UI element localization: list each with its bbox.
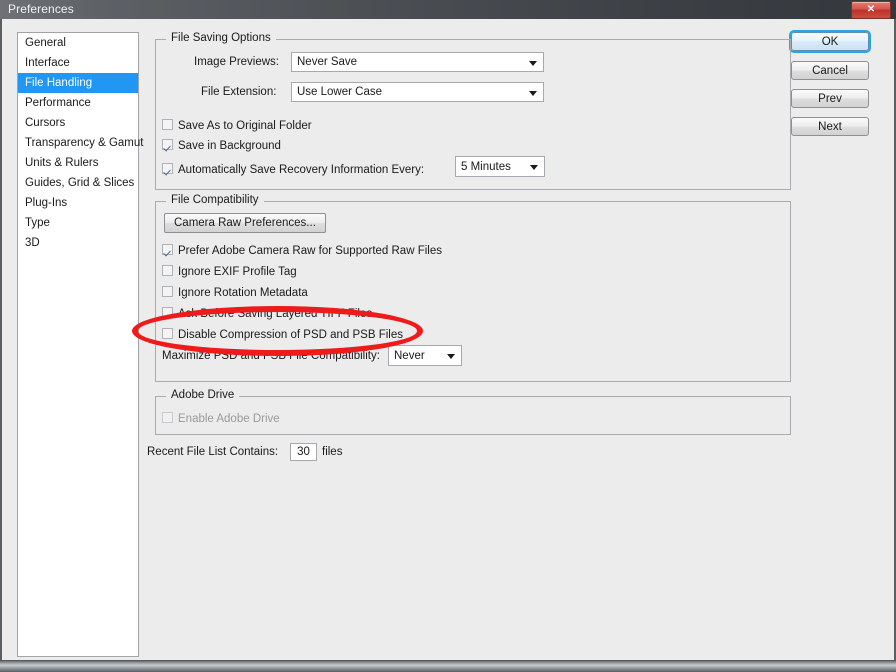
save-in-background-checkbox[interactable] (162, 139, 173, 150)
sidebar-item-plug-ins[interactable]: Plug-Ins (18, 193, 138, 213)
recent-file-list-label: Recent File List Contains: (147, 446, 279, 458)
ask-before-saving-tiff-label: Ask Before Saving Layered TIFF Files (178, 308, 373, 320)
ignore-rotation-row[interactable]: Ignore Rotation Metadata (162, 283, 308, 301)
file-extension-value: Use Lower Case (297, 86, 383, 98)
sidebar-item-units-rulers[interactable]: Units & Rulers (18, 153, 138, 173)
sidebar-item-cursors[interactable]: Cursors (18, 113, 138, 133)
enable-adobe-drive-label: Enable Adobe Drive (178, 413, 280, 425)
disable-compression-label: Disable Compression of PSD and PSB Files (178, 329, 403, 341)
sidebar-item-type[interactable]: Type (18, 213, 138, 233)
adobe-drive-legend: Adobe Drive (166, 389, 240, 401)
chevron-down-icon (530, 165, 538, 170)
ask-before-saving-tiff-row[interactable]: Ask Before Saving Layered TIFF Files (162, 304, 372, 322)
image-previews-value: Never Save (297, 56, 358, 68)
prev-button[interactable]: Prev (791, 89, 869, 108)
ignore-exif-checkbox[interactable] (162, 265, 173, 276)
window-bottom-edge (0, 660, 896, 672)
ignore-rotation-label: Ignore Rotation Metadata (178, 287, 308, 299)
chevron-down-icon (529, 61, 537, 66)
sidebar-item-transparency-gamut[interactable]: Transparency & Gamut (18, 133, 143, 153)
save-as-original-folder-checkbox[interactable] (162, 119, 173, 130)
close-icon[interactable]: ✕ (851, 1, 891, 19)
file-extension-label: File Extension: (201, 86, 277, 98)
next-button[interactable]: Next (791, 117, 869, 136)
image-previews-dropdown[interactable]: Never Save (291, 52, 544, 72)
maximize-compatibility-dropdown[interactable]: Never (388, 345, 462, 366)
window-title: Preferences (8, 2, 74, 16)
sidebar-item-3d[interactable]: 3D (18, 233, 138, 253)
title-bar: Preferences ✕ (0, 0, 896, 20)
maximize-compatibility-value: Never (394, 350, 425, 362)
prefer-camera-raw-label: Prefer Adobe Camera Raw for Supported Ra… (178, 245, 442, 257)
dialog-body: General Interface File Handling Performa… (0, 19, 896, 660)
camera-raw-preferences-button[interactable]: Camera Raw Preferences... (164, 213, 326, 233)
chevron-down-icon (447, 354, 455, 359)
autosave-recovery-label: Automatically Save Recovery Information … (178, 164, 425, 176)
save-in-background-row[interactable]: Save in Background (162, 136, 281, 154)
sidebar-item-general[interactable]: General (18, 33, 138, 53)
preferences-dialog: Preferences ✕ General Interface File Han… (0, 0, 896, 672)
file-compatibility-group: File Compatibility Camera Raw Preference… (155, 194, 791, 382)
ignore-rotation-checkbox[interactable] (162, 286, 173, 297)
cancel-button[interactable]: Cancel (791, 61, 869, 80)
file-compatibility-legend: File Compatibility (166, 194, 264, 206)
autosave-recovery-checkbox[interactable] (162, 163, 173, 174)
prefer-camera-raw-checkbox[interactable] (162, 244, 173, 255)
file-saving-options-legend: File Saving Options (166, 32, 276, 44)
ignore-exif-label: Ignore EXIF Profile Tag (178, 266, 297, 278)
recent-file-list-input[interactable]: 30 (290, 443, 317, 461)
file-saving-options-group: File Saving Options Image Previews: Neve… (155, 32, 791, 190)
ignore-exif-row[interactable]: Ignore EXIF Profile Tag (162, 262, 297, 280)
enable-adobe-drive-checkbox[interactable] (162, 412, 173, 423)
prefer-camera-raw-row[interactable]: Prefer Adobe Camera Raw for Supported Ra… (162, 241, 442, 259)
maximize-compatibility-label: Maximize PSD and PSB File Compatibility: (162, 350, 380, 362)
sidebar-item-guides-grid-slices[interactable]: Guides, Grid & Slices (18, 173, 138, 193)
sidebar-item-performance[interactable]: Performance (18, 93, 138, 113)
ok-button[interactable]: OK (791, 32, 869, 51)
save-in-background-label: Save in Background (178, 140, 281, 152)
autosave-interval-value: 5 Minutes (461, 161, 511, 173)
sidebar-item-file-handling[interactable]: File Handling (18, 73, 138, 93)
image-previews-label: Image Previews: (194, 56, 280, 68)
ask-before-saving-tiff-checkbox[interactable] (162, 307, 173, 318)
autosave-interval-dropdown[interactable]: 5 Minutes (455, 156, 545, 177)
adobe-drive-group: Adobe Drive Enable Adobe Drive (155, 389, 791, 435)
chevron-down-icon (529, 91, 537, 96)
disable-compression-row[interactable]: Disable Compression of PSD and PSB Files (162, 325, 403, 343)
category-list[interactable]: General Interface File Handling Performa… (17, 32, 143, 657)
disable-compression-checkbox[interactable] (162, 328, 173, 339)
recent-file-list-suffix: files (322, 446, 343, 458)
enable-adobe-drive-row[interactable]: Enable Adobe Drive (162, 409, 280, 427)
save-as-original-folder-row[interactable]: Save As to Original Folder (162, 116, 312, 134)
save-as-original-folder-label: Save As to Original Folder (178, 120, 312, 132)
autosave-recovery-row[interactable]: Automatically Save Recovery Information … (162, 160, 424, 178)
file-extension-dropdown[interactable]: Use Lower Case (291, 82, 544, 102)
sidebar-item-interface[interactable]: Interface (18, 53, 138, 73)
